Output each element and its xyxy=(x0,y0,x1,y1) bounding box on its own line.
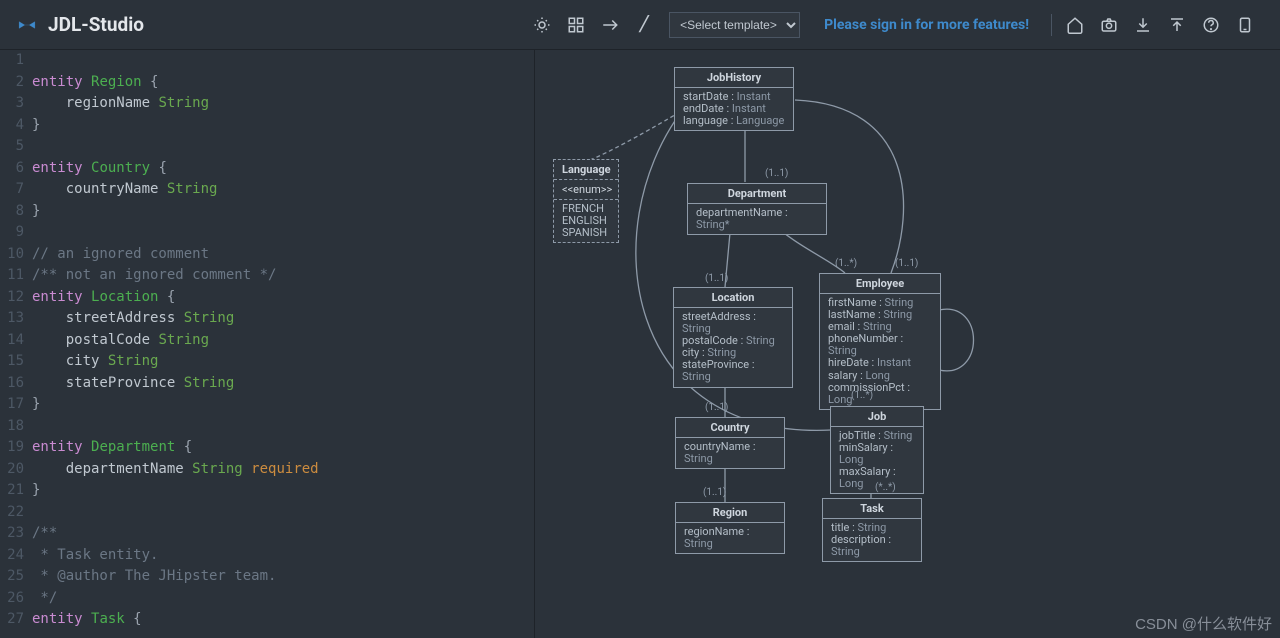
entity-fields: regionName : String xyxy=(676,523,784,553)
logo-icon xyxy=(18,16,36,34)
code-content[interactable]: entity Region { regionName String} entit… xyxy=(32,50,534,638)
cardinality: (1..*) xyxy=(835,258,857,269)
cardinality: (1..*) xyxy=(851,390,873,401)
entity-fields: title : Stringdescription : String xyxy=(823,519,921,561)
entity-language[interactable]: Language <<enum>> FRENCHENGLISHSPANISH xyxy=(553,159,619,243)
download-icon[interactable] xyxy=(1134,16,1152,34)
slash-icon: / xyxy=(635,16,653,34)
entity-department[interactable]: Department departmentName : String* xyxy=(687,183,827,235)
entity-title: Language xyxy=(554,160,618,180)
entity-country[interactable]: Country countryName : String xyxy=(675,417,785,469)
entity-title: Job xyxy=(831,407,923,427)
sun-icon[interactable] xyxy=(533,16,551,34)
entity-employee[interactable]: Employee firstName : StringlastName : St… xyxy=(819,273,941,410)
code-editor[interactable]: 1234567891011121314151617181920212223242… xyxy=(0,50,534,638)
grid-icon[interactable] xyxy=(567,16,585,34)
home-icon[interactable] xyxy=(1066,16,1084,34)
camera-icon[interactable] xyxy=(1100,16,1118,34)
entity-task[interactable]: Task title : Stringdescription : String xyxy=(822,498,922,562)
enum-values: FRENCHENGLISHSPANISH xyxy=(554,200,618,242)
enum-tag: <<enum>> xyxy=(554,180,618,200)
signin-link[interactable]: Please sign in for more features! xyxy=(824,17,1029,33)
entity-title: Task xyxy=(823,499,921,519)
template-select[interactable]: <Select template> xyxy=(669,12,800,38)
entity-title: Location xyxy=(674,288,792,308)
watermark: CSDN @什么软件好 xyxy=(1135,613,1272,634)
entity-title: JobHistory xyxy=(675,68,793,88)
entity-title: Employee xyxy=(820,274,940,294)
app-title: JDL-Studio xyxy=(48,13,144,36)
help-icon[interactable] xyxy=(1202,16,1220,34)
arrow-right-icon[interactable] xyxy=(601,16,619,34)
cardinality: (*..*) xyxy=(875,482,896,493)
cardinality: (1..1) xyxy=(705,273,728,284)
diagram-canvas[interactable]: JobHistory startDate : InstantendDate : … xyxy=(534,50,1280,638)
cardinality: (1..1) xyxy=(703,487,726,498)
cardinality: (1..1) xyxy=(705,402,728,413)
entity-fields: startDate : InstantendDate : Instantlang… xyxy=(675,88,793,130)
entity-fields: streetAddress : StringpostalCode : Strin… xyxy=(674,308,792,387)
cardinality: (1..1) xyxy=(895,258,918,269)
entity-fields: countryName : String xyxy=(676,438,784,468)
separator xyxy=(1051,14,1052,36)
entity-title: Region xyxy=(676,503,784,523)
entity-fields: departmentName : String* xyxy=(688,204,826,234)
entity-jobhistory[interactable]: JobHistory startDate : InstantendDate : … xyxy=(674,67,794,131)
entity-fields: firstName : StringlastName : Stringemail… xyxy=(820,294,940,409)
entity-location[interactable]: Location streetAddress : StringpostalCod… xyxy=(673,287,793,388)
device-icon[interactable] xyxy=(1236,16,1254,34)
cardinality: (1..1) xyxy=(765,168,788,179)
main-area: 1234567891011121314151617181920212223242… xyxy=(0,50,1280,638)
line-gutter: 1234567891011121314151617181920212223242… xyxy=(0,50,32,638)
app-header: JDL-Studio / <Select template> Please si… xyxy=(0,0,1280,50)
entity-region[interactable]: Region regionName : String xyxy=(675,502,785,554)
entity-title: Department xyxy=(688,184,826,204)
entity-title: Country xyxy=(676,418,784,438)
upload-icon[interactable] xyxy=(1168,16,1186,34)
